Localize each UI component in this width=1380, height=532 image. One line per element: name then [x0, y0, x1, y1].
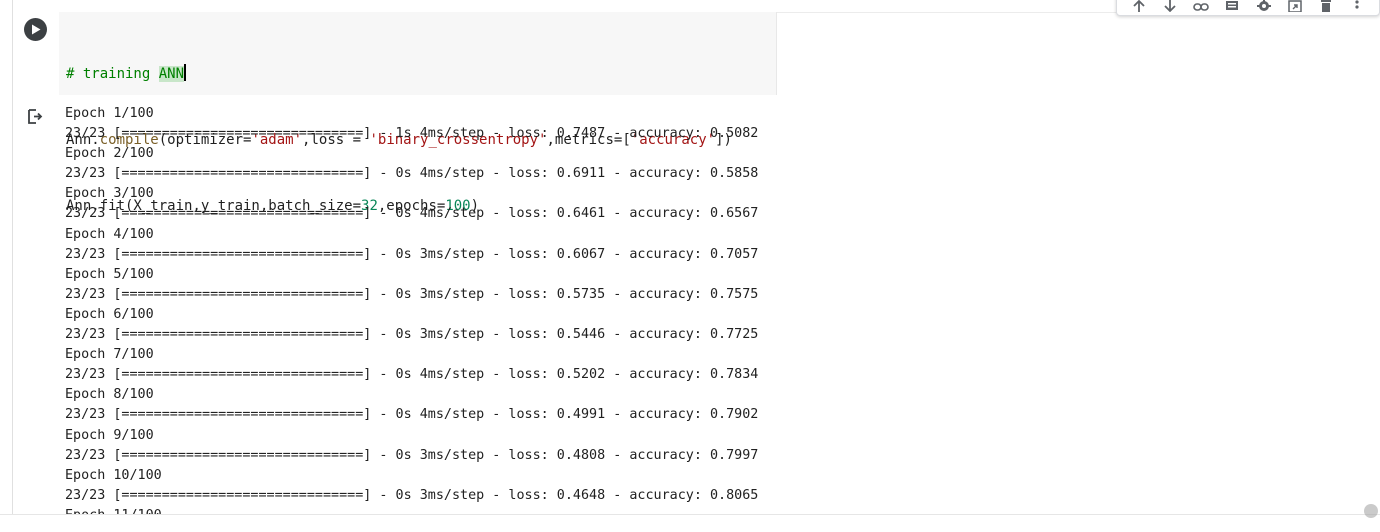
progress-line: 23/23 [==============================] -… — [65, 206, 759, 222]
progress-line: 23/23 [==============================] -… — [65, 447, 759, 463]
progress-line: 23/23 [==============================] -… — [65, 286, 759, 302]
code-comment-highlight: ANN — [158, 66, 185, 82]
epoch-header-line: Epoch 9/100 — [65, 427, 154, 443]
epoch-header-line: Epoch 4/100 — [65, 226, 154, 242]
cell-toolbar — [1116, 0, 1380, 16]
delete-icon[interactable] — [1317, 0, 1335, 12]
progress-line: 23/23 [==============================] -… — [65, 407, 759, 423]
arrow-down-icon[interactable] — [1161, 0, 1179, 12]
progress-line: 23/23 [==============================] -… — [65, 126, 759, 142]
epoch-header-line: Epoch 5/100 — [65, 266, 154, 282]
link-icon[interactable] — [1192, 0, 1210, 12]
text-cursor — [184, 64, 187, 81]
settings-icon[interactable] — [1255, 0, 1273, 12]
more-vert-icon[interactable] — [1348, 0, 1366, 12]
progress-line: 23/23 [==============================] -… — [65, 487, 759, 503]
scroll-indicator[interactable] — [1364, 504, 1378, 518]
epoch-header-line: Epoch 8/100 — [65, 387, 154, 403]
progress-line: 23/23 [==============================] -… — [65, 327, 759, 343]
progress-line: 23/23 [==============================] -… — [65, 246, 759, 262]
epoch-header-line: Epoch 3/100 — [65, 186, 154, 202]
cell-output[interactable]: Epoch 1/100 23/23 [======================… — [0, 96, 1380, 516]
mirror-cell-icon[interactable] — [1286, 0, 1304, 12]
play-icon — [31, 24, 40, 35]
bottom-scroll-region — [0, 514, 1380, 532]
code-editor[interactable]: # training ANN Ann.compile(optimizer='ad… — [59, 12, 777, 214]
code-editor-empty-area[interactable] — [777, 12, 1380, 95]
epoch-header-line: Epoch 10/100 — [65, 467, 162, 483]
arrow-up-icon[interactable] — [1130, 0, 1148, 12]
code-comment: # training — [66, 66, 159, 82]
epoch-header-line: Epoch 6/100 — [65, 306, 154, 322]
run-cell-button[interactable] — [24, 18, 47, 41]
progress-line: 23/23 [==============================] -… — [65, 367, 759, 383]
code-line-1: # training ANN — [66, 63, 732, 85]
epoch-header-line: Epoch 1/100 — [65, 106, 154, 121]
progress-line: 23/23 [==============================] -… — [65, 166, 759, 182]
epoch-header-line: Epoch 2/100 — [65, 146, 154, 162]
epoch-header-line: Epoch 7/100 — [65, 347, 154, 363]
output-actions-icon[interactable] — [26, 108, 44, 126]
output-text: Epoch 1/100 23/23 [======================… — [65, 104, 758, 516]
comment-icon[interactable] — [1223, 0, 1241, 12]
